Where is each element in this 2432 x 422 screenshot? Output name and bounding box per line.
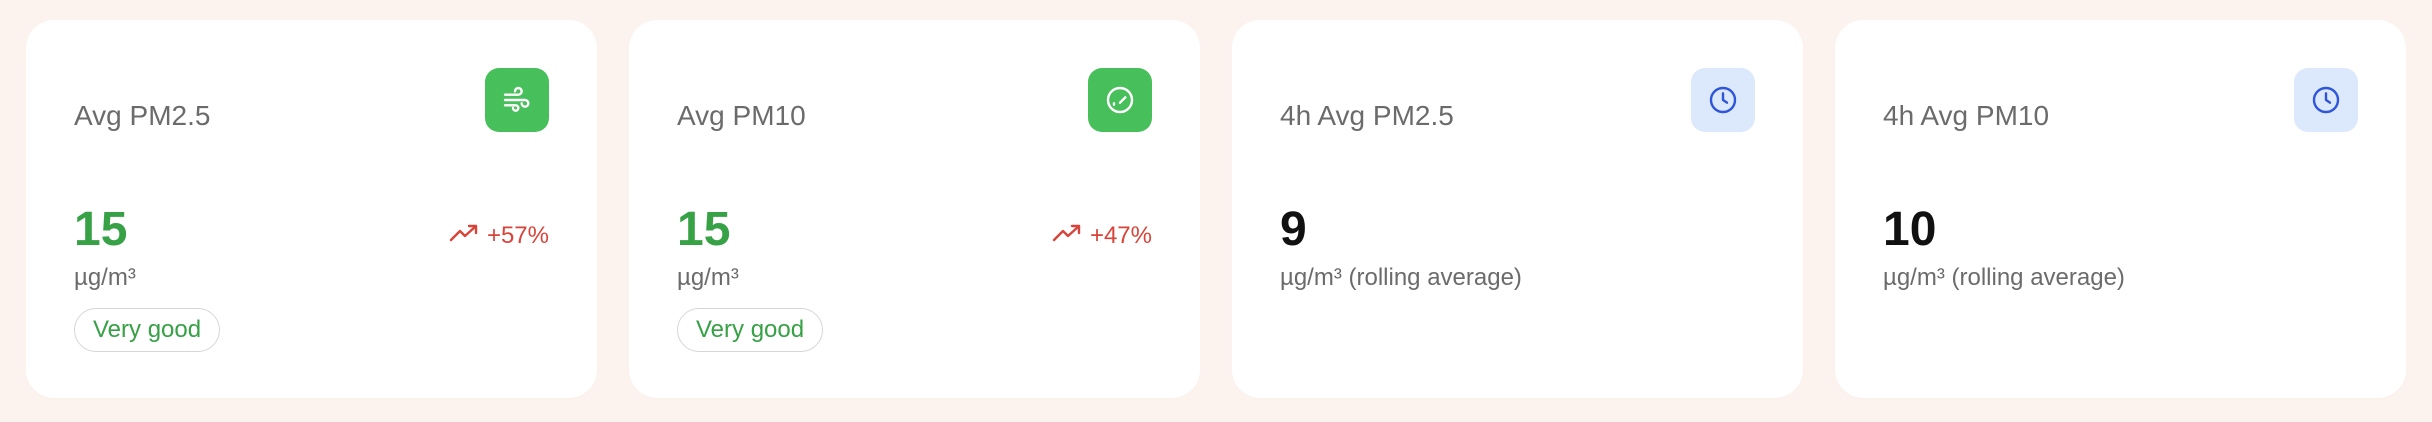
clock-icon: [1691, 68, 1755, 132]
clock-icon: [2294, 68, 2358, 132]
pm10-value: 15: [677, 203, 731, 256]
trend-value: +57%: [486, 222, 549, 249]
unit-label: µg/m³: [74, 264, 136, 291]
trend-indicator: +57%: [449, 222, 549, 250]
trending-up-icon: [1052, 222, 1082, 250]
rolling-pm10-card: 4h Avg PM10 10 µg/m³ (rolling average): [1835, 20, 2406, 398]
card-title: Avg PM2.5: [74, 100, 211, 131]
quality-badge: Very good: [677, 308, 824, 352]
trend-indicator: +47%: [1052, 222, 1152, 250]
trend-value: +47%: [1089, 222, 1152, 249]
rolling-pm10-value: 10: [1883, 203, 1937, 256]
avg-pm10-card: Avg PM10 15 +47% µg/m³ Very good: [629, 20, 1200, 398]
card-title: 4h Avg PM10: [1883, 100, 2050, 131]
gauge-icon: [1088, 68, 1152, 132]
unit-label: µg/m³: [677, 264, 739, 291]
card-title: Avg PM10: [677, 100, 806, 131]
avg-pm25-card: Avg PM2.5 15 +57% µg/m³ Very good: [26, 20, 597, 398]
card-title: 4h Avg PM2.5: [1280, 100, 1454, 131]
unit-label: µg/m³ (rolling average): [1883, 264, 2125, 291]
trending-up-icon: [449, 222, 479, 250]
unit-label: µg/m³ (rolling average): [1280, 264, 1522, 291]
rolling-pm25-card: 4h Avg PM2.5 9 µg/m³ (rolling average): [1232, 20, 1803, 398]
pm25-value: 15: [74, 203, 128, 256]
wind-icon: [485, 68, 549, 132]
stats-card-row: Avg PM2.5 15 +57% µg/m³ Very good Avg PM…: [26, 20, 2406, 398]
rolling-pm25-value: 9: [1280, 203, 1307, 256]
quality-badge: Very good: [74, 308, 221, 352]
